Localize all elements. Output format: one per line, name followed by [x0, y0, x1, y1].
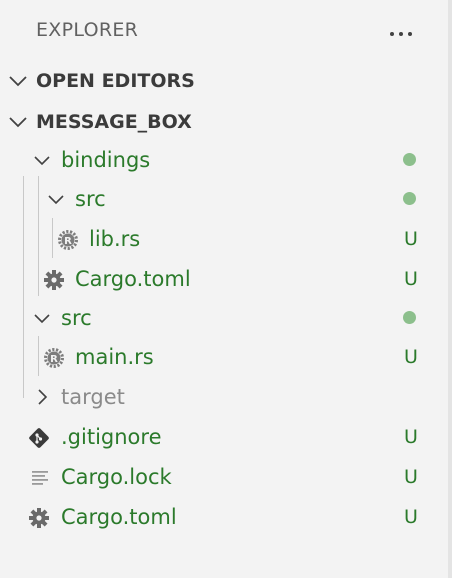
tree-item-label: target — [61, 385, 125, 409]
untracked-badge: U — [404, 346, 418, 368]
chevron-down-icon — [9, 117, 27, 128]
rust-file-icon: R — [58, 230, 78, 250]
tree-item-label: Cargo.toml — [75, 267, 191, 291]
section-label: OPEN EDITORS — [36, 70, 195, 92]
tree-item-target[interactable]: target — [0, 378, 448, 416]
tree-item-bindings[interactable]: bindings — [0, 141, 448, 179]
tree-item-label: Cargo.toml — [61, 505, 177, 529]
ellipsis-icon — [388, 21, 415, 40]
sidebar-border — [448, 0, 452, 578]
tree-item-cargo-lock[interactable]: Cargo.lock U — [0, 458, 448, 496]
untracked-badge: U — [404, 466, 418, 488]
modified-dot — [403, 311, 416, 324]
chevron-down-icon — [34, 156, 50, 166]
rust-file-icon: R — [44, 348, 64, 368]
untracked-badge: U — [404, 426, 418, 448]
tree-item-lib-rs[interactable]: R lib.rs U — [0, 220, 448, 258]
tree-item-label: Cargo.lock — [61, 465, 172, 489]
explorer-header: EXPLORER — [0, 0, 448, 60]
chevron-right-icon — [38, 389, 48, 405]
lines-file-icon — [32, 471, 48, 485]
svg-text:R: R — [64, 236, 72, 247]
tree-item-gitignore[interactable]: .gitignore U — [0, 418, 448, 456]
chevron-down-icon — [9, 76, 27, 87]
chevron-down-icon — [34, 314, 50, 324]
svg-text:R: R — [50, 354, 58, 365]
modified-dot — [403, 192, 416, 205]
tree-item-label: .gitignore — [61, 425, 162, 449]
chevron-down-icon — [48, 195, 64, 205]
tree-item-label: src — [75, 187, 106, 211]
gear-icon — [29, 508, 49, 528]
tree-item-src[interactable]: src — [0, 180, 448, 218]
modified-dot — [403, 153, 416, 166]
untracked-badge: U — [404, 268, 418, 290]
section-open-editors[interactable]: OPEN EDITORS — [0, 62, 448, 100]
explorer-title: EXPLORER — [36, 19, 139, 41]
tree-item-cargo-toml[interactable]: Cargo.toml U — [0, 498, 448, 536]
tree-item-label: main.rs — [75, 345, 154, 369]
gear-icon — [44, 270, 64, 290]
untracked-badge: U — [404, 228, 418, 250]
tree-item-label: src — [61, 306, 92, 330]
tree-item-label: bindings — [61, 148, 151, 172]
section-label: MESSAGE_BOX — [36, 111, 192, 133]
tree-item-cargo-toml[interactable]: Cargo.toml U — [0, 260, 448, 298]
tree-item-label: lib.rs — [89, 227, 141, 251]
more-actions-button[interactable] — [383, 12, 419, 48]
git-icon — [29, 428, 49, 448]
tree-item-main-rs[interactable]: R main.rs U — [0, 338, 448, 376]
tree-item-src[interactable]: src — [0, 299, 448, 337]
untracked-badge: U — [404, 506, 418, 528]
section-message-box[interactable]: MESSAGE_BOX — [0, 103, 448, 141]
